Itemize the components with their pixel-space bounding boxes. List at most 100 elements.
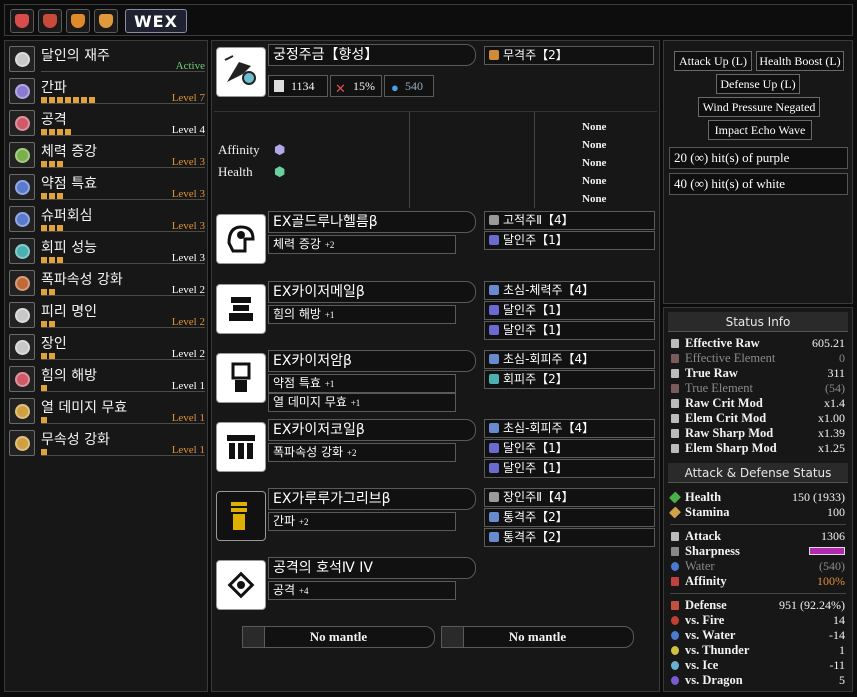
skill-row[interactable]: 무속성 강화 Level 1 [9,428,205,458]
affinity-stat: ✕ 15% [330,75,382,97]
skill-level-pip [41,289,47,295]
skill-level-pip [41,225,47,231]
armor-row[interactable]: EX카이저코일β 폭파속성 강화 +2 초심-회피주【4】 달인주【1】 달인주【1】 [214,419,659,483]
skill-level: Level 1 [171,380,205,392]
armor-row[interactable]: EX골드루나헬름β 체력 증강 +2 고적주Ⅱ【4】 달인주【1】 [214,211,659,275]
helm-icon [216,214,266,264]
crossed-swords-icon: ✕ [335,81,346,96]
skill-icon [9,174,35,200]
green-hexagon-icon: ⬢ [274,164,286,179]
status-row: Effective Raw 605.21 [669,336,845,351]
quest-icon-2[interactable] [38,9,62,33]
skill-icon [9,334,35,360]
decoration-slot[interactable]: 초심-회피주【4】 [484,350,655,369]
skill-row[interactable]: 간파 Level 7 [9,76,205,106]
mantle-slot-1[interactable]: No mantle [242,626,435,648]
decoration-slot[interactable]: 고적주Ⅱ【4】 [484,211,655,230]
buff-health-boost[interactable]: Health Boost (L) [756,51,844,71]
skill-level-pip [49,353,55,359]
decoration-slot[interactable]: 달인주【1】 [484,321,655,340]
weapon-row[interactable]: 궁정주금【향성】 1134 ✕ 15% ● 540 무격주【2】 [214,44,659,108]
skill-row[interactable]: 힘의 해방 Level 1 [9,364,205,394]
equipment-panel: 궁정주금【향성】 1134 ✕ 15% ● 540 무격주【2】 Affinit… [211,40,660,692]
decoration-slot[interactable]: 달인주【1】 [484,301,655,320]
skill-row[interactable]: 폭파속성 강화 Level 2 [9,268,205,298]
defense-row: Defense 951 (92.24%) [669,598,845,613]
skill-name: 슈퍼회심 [41,208,93,224]
armor-row[interactable]: EX카이저암β 약점 특효 +1 열 데미지 무효 +1 초심-회피주【4】 회피주【2… [214,350,659,414]
skill-row[interactable]: 약점 특효 Level 3 [9,172,205,202]
armor-name: 공격의 호석Ⅳ IV [268,557,476,579]
attack-defense-title: Attack & Defense Status [668,463,848,483]
health-icon [668,491,682,504]
purple-hexagon-icon: ⬢ [274,142,286,157]
decoration-gem-icon [489,305,499,315]
decoration-gem-icon [489,235,499,245]
decoration-slot[interactable]: 회피주【2】 [484,370,655,389]
skill-row[interactable]: 회피 성능 Level 3 [9,236,205,266]
decoration-slot[interactable]: 달인주【1】 [484,439,655,458]
skill-row[interactable]: 공격 Level 4 [9,108,205,138]
weapon-deco[interactable]: 무격주【2】 [484,46,654,65]
skill-level-pip [49,161,55,167]
skill-level: Level 4 [171,124,205,136]
sword-icon [274,80,284,92]
skill-row[interactable]: 체력 증강 Level 3 [9,140,205,170]
decoration-slot[interactable]: 장인주Ⅱ【4】 [484,488,655,507]
buff-wind-pressure[interactable]: Wind Pressure Negated [698,97,820,117]
decoration-slot[interactable]: 통격주【2】 [484,528,655,547]
stat-icon [671,369,679,378]
decoration-slot[interactable]: 달인주【1】 [484,459,655,478]
armor-name: EX카이저메일β [268,281,476,303]
health-label: Health ⬢ [218,164,286,179]
armor-row[interactable]: EX가루루가그리브β 간파 +2 장인주Ⅱ【4】 통격주【2】 통격주【2】 [214,488,659,552]
armor-row[interactable]: EX카이저메일β 힘의 해방 +1 초심-체력주【4】 달인주【1】 달인주【1】 [214,281,659,345]
skill-name: 회피 성능 [41,240,97,256]
skill-row[interactable]: 피리 명인 Level 2 [9,300,205,330]
quest-icon-4[interactable] [94,9,118,33]
skill-name: 약점 특효 [41,176,97,192]
skill-level-pip [41,385,47,391]
skill-row[interactable]: 장인 Level 2 [9,332,205,362]
decoration-gem-icon [489,492,499,502]
skill-level: Level 3 [171,188,205,200]
skill-icon [9,110,35,136]
skill-row[interactable]: 열 데미지 무효 Level 1 [9,396,205,426]
quest-icon-3[interactable] [66,9,90,33]
decoration-slot[interactable]: 초심-회피주【4】 [484,419,655,438]
skill-level-pip [89,97,95,103]
decoration-gem-icon [489,215,499,225]
wex-button[interactable]: WEX [125,9,187,33]
skill-level-pip [41,97,47,103]
decoration-slot[interactable]: 초심-체력주【4】 [484,281,655,300]
skill-row[interactable]: 슈퍼회심 Level 3 [9,204,205,234]
skill-level: Level 2 [171,284,205,296]
armor-skill: 공격 +4 [268,581,456,600]
armor-skill: 약점 특효 +1 [268,374,456,393]
water-drop-icon: ● [391,80,399,95]
stat-icon [671,444,679,453]
buff-impact-echo[interactable]: Impact Echo Wave [708,120,812,140]
mantle-slot-2[interactable]: No mantle [441,626,634,648]
skill-row[interactable]: 달인의 재주 Active [9,44,205,74]
skill-level-pip [49,193,55,199]
stat-icon [671,414,679,423]
buff-attack-up[interactable]: Attack Up (L) [674,51,752,71]
decoration-slot[interactable]: 달인주【1】 [484,231,655,250]
skill-level: Level 2 [171,316,205,328]
skill-icon [9,238,35,264]
buff-defense-up[interactable]: Defense Up (L) [716,74,800,94]
skills-panel: 달인의 재주 Active 간파 Level 7 공격 Level 4 체력 증강 Level… [4,40,208,692]
armor-skill: 열 데미지 무효 +1 [268,393,456,412]
hits-purple: 20 (∞) hit(s) of purple [669,147,848,169]
hits-white: 40 (∞) hit(s) of white [669,173,848,195]
armor-name: EX골드루나헬름β [268,211,476,233]
armor-name: EX카이저암β [268,350,476,372]
quest-icon-1[interactable] [10,9,34,33]
decoration-gem-icon [489,532,499,542]
status-row: Elem Sharp Mod x1.25 [669,441,845,456]
armor-row[interactable]: 공격의 호석Ⅳ IV 공격 +4 [214,557,659,621]
skill-level: Active [175,60,205,72]
status-row: Raw Crit Mod x1.4 [669,396,845,411]
decoration-slot[interactable]: 통격주【2】 [484,508,655,527]
